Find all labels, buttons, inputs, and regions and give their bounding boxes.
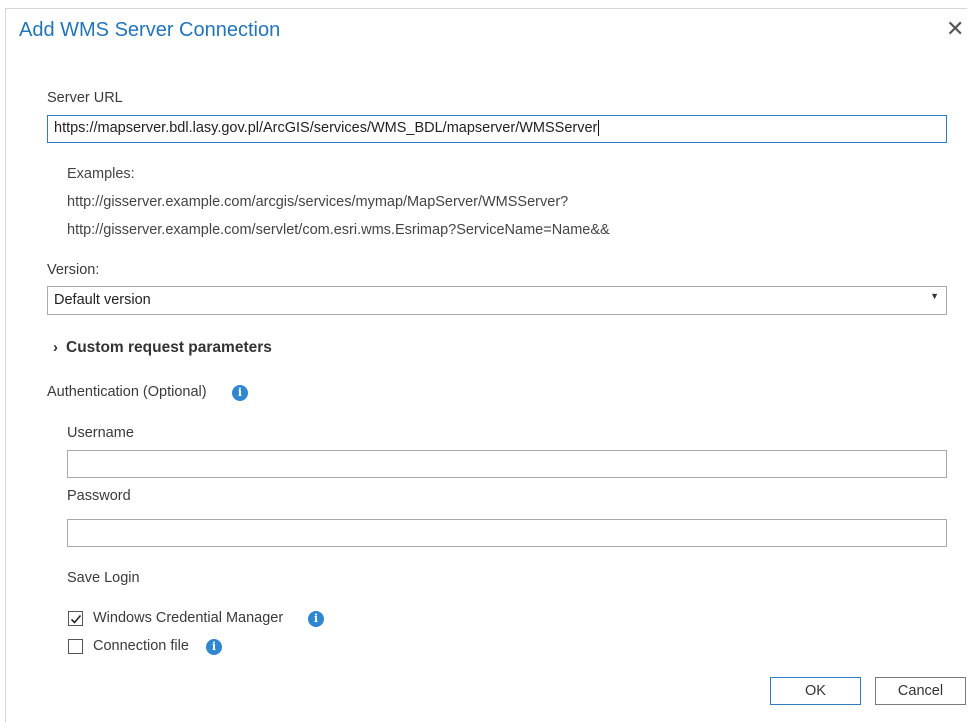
password-label: Password xyxy=(67,488,131,504)
cancel-button[interactable]: Cancel xyxy=(875,677,966,705)
server-url-value: https://mapserver.bdl.lasy.gov.pl/ArcGIS… xyxy=(54,120,598,136)
version-label: Version: xyxy=(47,262,100,278)
connection-file-checkbox[interactable] xyxy=(68,639,83,654)
dialog-title: Add WMS Server Connection xyxy=(19,19,281,41)
custom-request-parameters-label: Custom request parameters xyxy=(66,339,272,356)
server-url-input[interactable]: https://mapserver.bdl.lasy.gov.pl/ArcGIS… xyxy=(47,115,947,143)
example-url-2: http://gisserver.example.com/servlet/com… xyxy=(67,222,610,238)
password-input[interactable] xyxy=(67,519,947,547)
server-url-label: Server URL xyxy=(47,90,123,106)
username-input[interactable] xyxy=(67,450,947,478)
close-icon[interactable]: ✕ xyxy=(946,18,964,40)
info-icon[interactable]: i xyxy=(206,639,222,655)
version-dropdown[interactable]: Default version ▼ xyxy=(47,286,947,315)
ok-button[interactable]: OK xyxy=(770,677,861,705)
checkmark-icon xyxy=(70,614,82,624)
connection-file-label: Connection file xyxy=(93,638,189,654)
example-url-1: http://gisserver.example.com/arcgis/serv… xyxy=(67,194,569,210)
username-label: Username xyxy=(67,425,134,441)
examples-heading: Examples: xyxy=(67,166,135,182)
version-selected-value: Default version xyxy=(54,292,151,308)
dropdown-arrow-icon: ▼ xyxy=(930,291,939,301)
info-icon[interactable]: i xyxy=(232,385,248,401)
windows-credential-manager-checkbox[interactable] xyxy=(68,611,83,626)
authentication-label: Authentication (Optional) xyxy=(47,384,207,400)
info-icon[interactable]: i xyxy=(308,611,324,627)
windows-credential-manager-label: Windows Credential Manager xyxy=(93,610,284,626)
text-caret xyxy=(598,120,600,137)
chevron-right-icon: › xyxy=(53,339,58,356)
custom-request-parameters-expander[interactable]: › Custom request parameters xyxy=(53,339,272,357)
save-login-label: Save Login xyxy=(67,570,140,586)
